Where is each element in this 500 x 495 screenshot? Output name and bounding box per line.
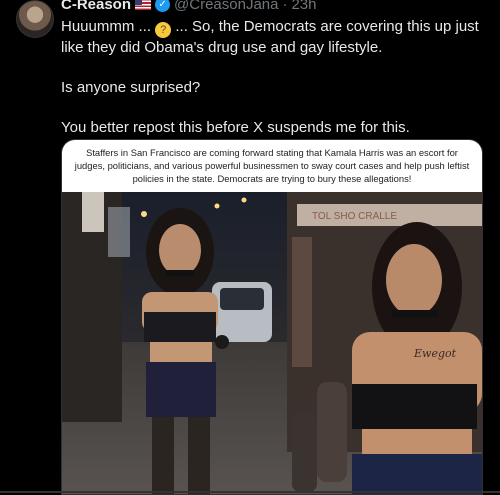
thinking-emoji-icon: ?	[155, 22, 172, 38]
tweet[interactable]: C-Reason ✓ @CreasonJana · 23h Huuummm ..…	[0, 0, 500, 495]
tweet-text: Huuummm ... ? ... So, the Democrats are …	[61, 17, 481, 158]
media-caption: Staffers in San Francisco are coming for…	[74, 147, 470, 184]
chest-text: Ewegot	[413, 347, 457, 360]
author-name[interactable]: C-Reason	[61, 0, 131, 13]
tweet-paragraph-3: You better repost this before X suspends…	[61, 119, 410, 136]
tweet-paragraph-2: Is anyone surprised?	[61, 79, 201, 96]
avatar[interactable]	[16, 0, 54, 38]
media-photo[interactable]: TOL SHO CRALLE Ewegot	[62, 192, 482, 494]
tweet-header: C-Reason ✓ @CreasonJana · 23h	[61, 0, 317, 14]
tweet-paragraph-1: Huuummm ... ? ... So, the Democrats are …	[61, 17, 481, 58]
verified-badge-icon[interactable]: ✓	[155, 0, 171, 12]
separator-dot: ·	[282, 0, 288, 13]
storefront-sign: TOL SHO CRALLE	[312, 211, 397, 222]
timestamp[interactable]: 23h	[291, 0, 316, 13]
tweet-text-part: Huuummm ...	[61, 18, 156, 35]
caption-box: Staffers in San Francisco are coming for…	[62, 140, 482, 192]
tweet-media[interactable]: Staffers in San Francisco are coming for…	[61, 139, 483, 495]
author-handle[interactable]: @CreasonJana	[174, 0, 278, 13]
photo-illustration: TOL SHO CRALLE Ewegot	[62, 192, 482, 494]
us-flag-icon	[135, 0, 152, 10]
